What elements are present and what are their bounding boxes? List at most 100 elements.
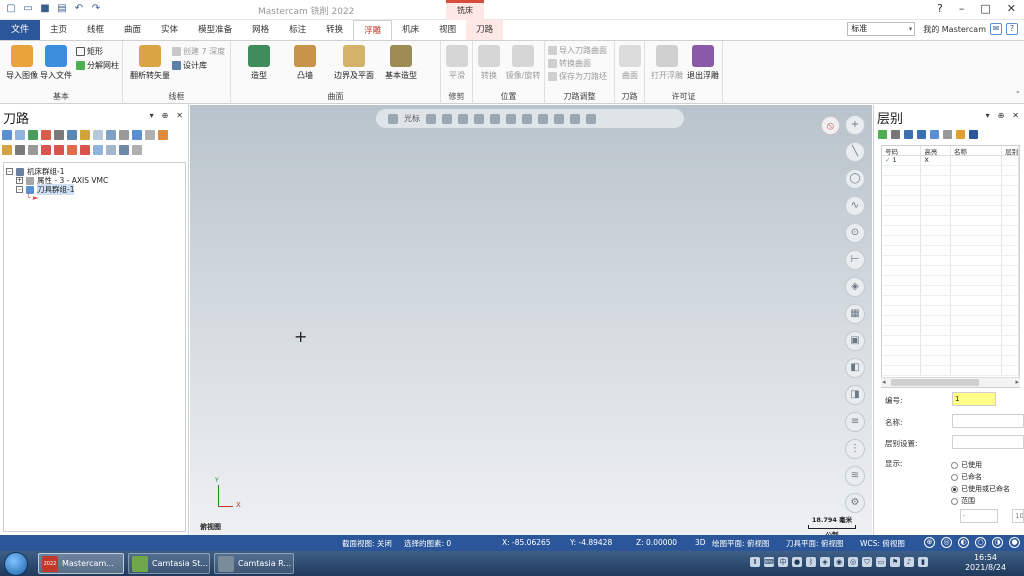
filter-icon[interactable]: [570, 113, 580, 124]
polygon-select-icon[interactable]: [490, 113, 500, 124]
extrude-button[interactable]: 凸墙: [285, 45, 325, 81]
input-method-icon[interactable]: Ⅱ: [750, 557, 760, 567]
power-icon[interactable]: ▮: [918, 557, 928, 567]
undo-icon[interactable]: ↶: [72, 2, 86, 16]
grid-icon[interactable]: [538, 113, 548, 124]
radio-range[interactable]: [951, 497, 958, 505]
all-on-icon[interactable]: [917, 130, 926, 139]
reset-icon[interactable]: [943, 130, 952, 139]
radio-named[interactable]: [951, 473, 958, 481]
view-icon[interactable]: [119, 145, 129, 155]
help-icon[interactable]: [969, 130, 978, 139]
mesh-mask-icon[interactable]: ▦: [845, 304, 865, 324]
solid-mask-icon[interactable]: ▣: [845, 331, 865, 351]
monitor-icon[interactable]: ▭: [876, 557, 886, 567]
tree-node-toolpath-group[interactable]: – 刀具群组-1: [16, 184, 75, 195]
scroll-left-icon[interactable]: ◂: [882, 378, 886, 386]
feedback-icon[interactable]: ✉: [990, 23, 1002, 35]
option-used[interactable]: 已使用: [951, 460, 982, 470]
taskbar-item-mastercam[interactable]: 2022 Mastercam...: [38, 553, 124, 574]
basic-shape-button[interactable]: 基本造型: [381, 45, 421, 81]
z-coordinate[interactable]: Z: 0.00000: [636, 538, 677, 547]
y-coordinate[interactable]: Y: -4.89428: [570, 538, 612, 547]
wireframe-icon[interactable]: ○: [975, 537, 986, 548]
import-toolpath-surface-button[interactable]: 导入刀路曲面: [548, 45, 607, 56]
lock-icon[interactable]: [388, 113, 398, 124]
backplot-icon[interactable]: [54, 130, 64, 140]
arrow-up-icon[interactable]: [54, 145, 64, 155]
taskbar-item-camtasia-recorder[interactable]: Camtasia R...: [214, 553, 294, 574]
line-to-vector-button[interactable]: 翻析转矢量: [127, 45, 173, 81]
level-mask-icon[interactable]: ≋: [845, 466, 865, 486]
tab-surfaces[interactable]: 曲面: [114, 20, 151, 40]
cancel-icon[interactable]: ⦸: [821, 116, 840, 135]
minimize-button[interactable]: –: [959, 2, 965, 15]
table-row[interactable]: ✓ 1 X: [882, 156, 1019, 166]
regenerate-dirty-icon[interactable]: [41, 130, 51, 140]
arrow-down-icon[interactable]: [41, 145, 51, 155]
all-off-icon[interactable]: [930, 130, 939, 139]
tab-relief[interactable]: 浮雕: [353, 20, 393, 40]
verify-icon[interactable]: [67, 130, 77, 140]
option-used-or-named[interactable]: 已使用或已命名: [951, 484, 1010, 494]
mode-3d-toggle[interactable]: 3D: [695, 538, 706, 547]
tab-drafting[interactable]: 标注: [279, 20, 316, 40]
help-icon[interactable]: [158, 130, 168, 140]
line-mask-icon[interactable]: ╲: [845, 142, 865, 162]
chain-icon[interactable]: [458, 113, 468, 124]
add-level-icon[interactable]: [878, 130, 887, 139]
settings-icon[interactable]: ⚙: [845, 493, 865, 513]
pin-icon[interactable]: ⊕: [162, 111, 169, 120]
mirror-rotate-button[interactable]: 镜像/旋转: [503, 45, 543, 81]
save-as-blank-button[interactable]: 保存为刀路坯: [548, 71, 607, 82]
open-relief-button[interactable]: 打开浮雕: [647, 45, 687, 81]
recorder-tray-icon[interactable]: ◎: [848, 557, 858, 567]
toggle-display-icon[interactable]: [145, 130, 155, 140]
option-named[interactable]: 已命名: [951, 472, 982, 482]
number-field[interactable]: 1: [952, 392, 996, 406]
keyboard-icon[interactable]: ⌨: [764, 557, 774, 567]
option-range[interactable]: 范围: [951, 496, 975, 506]
select-icon[interactable]: [442, 113, 452, 124]
maximize-button[interactable]: □: [980, 2, 990, 15]
rectangle-button[interactable]: 矩形: [76, 46, 103, 57]
radio-used[interactable]: [951, 461, 958, 469]
shading-icon[interactable]: ◐: [958, 537, 969, 548]
tab-machine[interactable]: 机床: [392, 20, 429, 40]
collapse-icon[interactable]: –: [16, 186, 23, 193]
help-icon[interactable]: ?: [1006, 23, 1018, 35]
ime-icon[interactable]: 中: [778, 557, 788, 567]
taskbar-item-camtasia-studio[interactable]: Camtasia St...: [128, 553, 210, 574]
dropdown-icon[interactable]: ▾: [986, 111, 990, 120]
tab-toolpaths[interactable]: 刀路: [466, 20, 504, 40]
name-field[interactable]: [952, 414, 1024, 428]
toggle-posting-icon[interactable]: [15, 145, 25, 155]
translucency-icon[interactable]: ◑: [992, 537, 1003, 548]
chat-icon[interactable]: ●: [792, 557, 802, 567]
open-icon[interactable]: ▭: [21, 2, 35, 16]
trash-icon[interactable]: [28, 145, 38, 155]
exit-relief-button[interactable]: 退出浮雕: [683, 45, 723, 81]
boundary-plane-button[interactable]: 边界及平面: [331, 45, 377, 81]
surface-mask-icon[interactable]: ◈: [845, 277, 865, 297]
tab-transform[interactable]: 转换: [316, 20, 353, 40]
column-number[interactable]: 号码: [882, 146, 922, 155]
tab-mesh[interactable]: 网格: [242, 20, 279, 40]
ribbon-collapse-icon[interactable]: ˄: [1016, 91, 1021, 101]
save-icon[interactable]: ■: [38, 2, 52, 16]
zoom-in-icon[interactable]: +: [845, 115, 865, 135]
import-file-button[interactable]: 导入文件: [36, 45, 76, 81]
help-icon[interactable]: ?: [937, 2, 943, 15]
graphics-window[interactable]: 光标 ⦸ + ╲ ◯ ∿ ⊙ ⊢ ◈ ▦ ▣ ◧ ◨ ≡ ⋮ ≋ ⚙ + Y X…: [190, 105, 872, 535]
post-icon[interactable]: [93, 130, 103, 140]
quick-mask-icon[interactable]: [586, 113, 596, 124]
tab-wireframe[interactable]: 线框: [77, 20, 114, 40]
edges-icon[interactable]: ●: [1009, 537, 1020, 548]
range-from-field[interactable]: -: [960, 509, 998, 523]
tab-home[interactable]: 主页: [40, 20, 77, 40]
tab-model-prep[interactable]: 模型准备: [188, 20, 242, 40]
group-mask-icon[interactable]: ⋮: [845, 439, 865, 459]
face-select-icon[interactable]: [522, 113, 532, 124]
design-library-button[interactable]: 设计库: [172, 60, 207, 71]
settings-icon[interactable]: [956, 130, 965, 139]
